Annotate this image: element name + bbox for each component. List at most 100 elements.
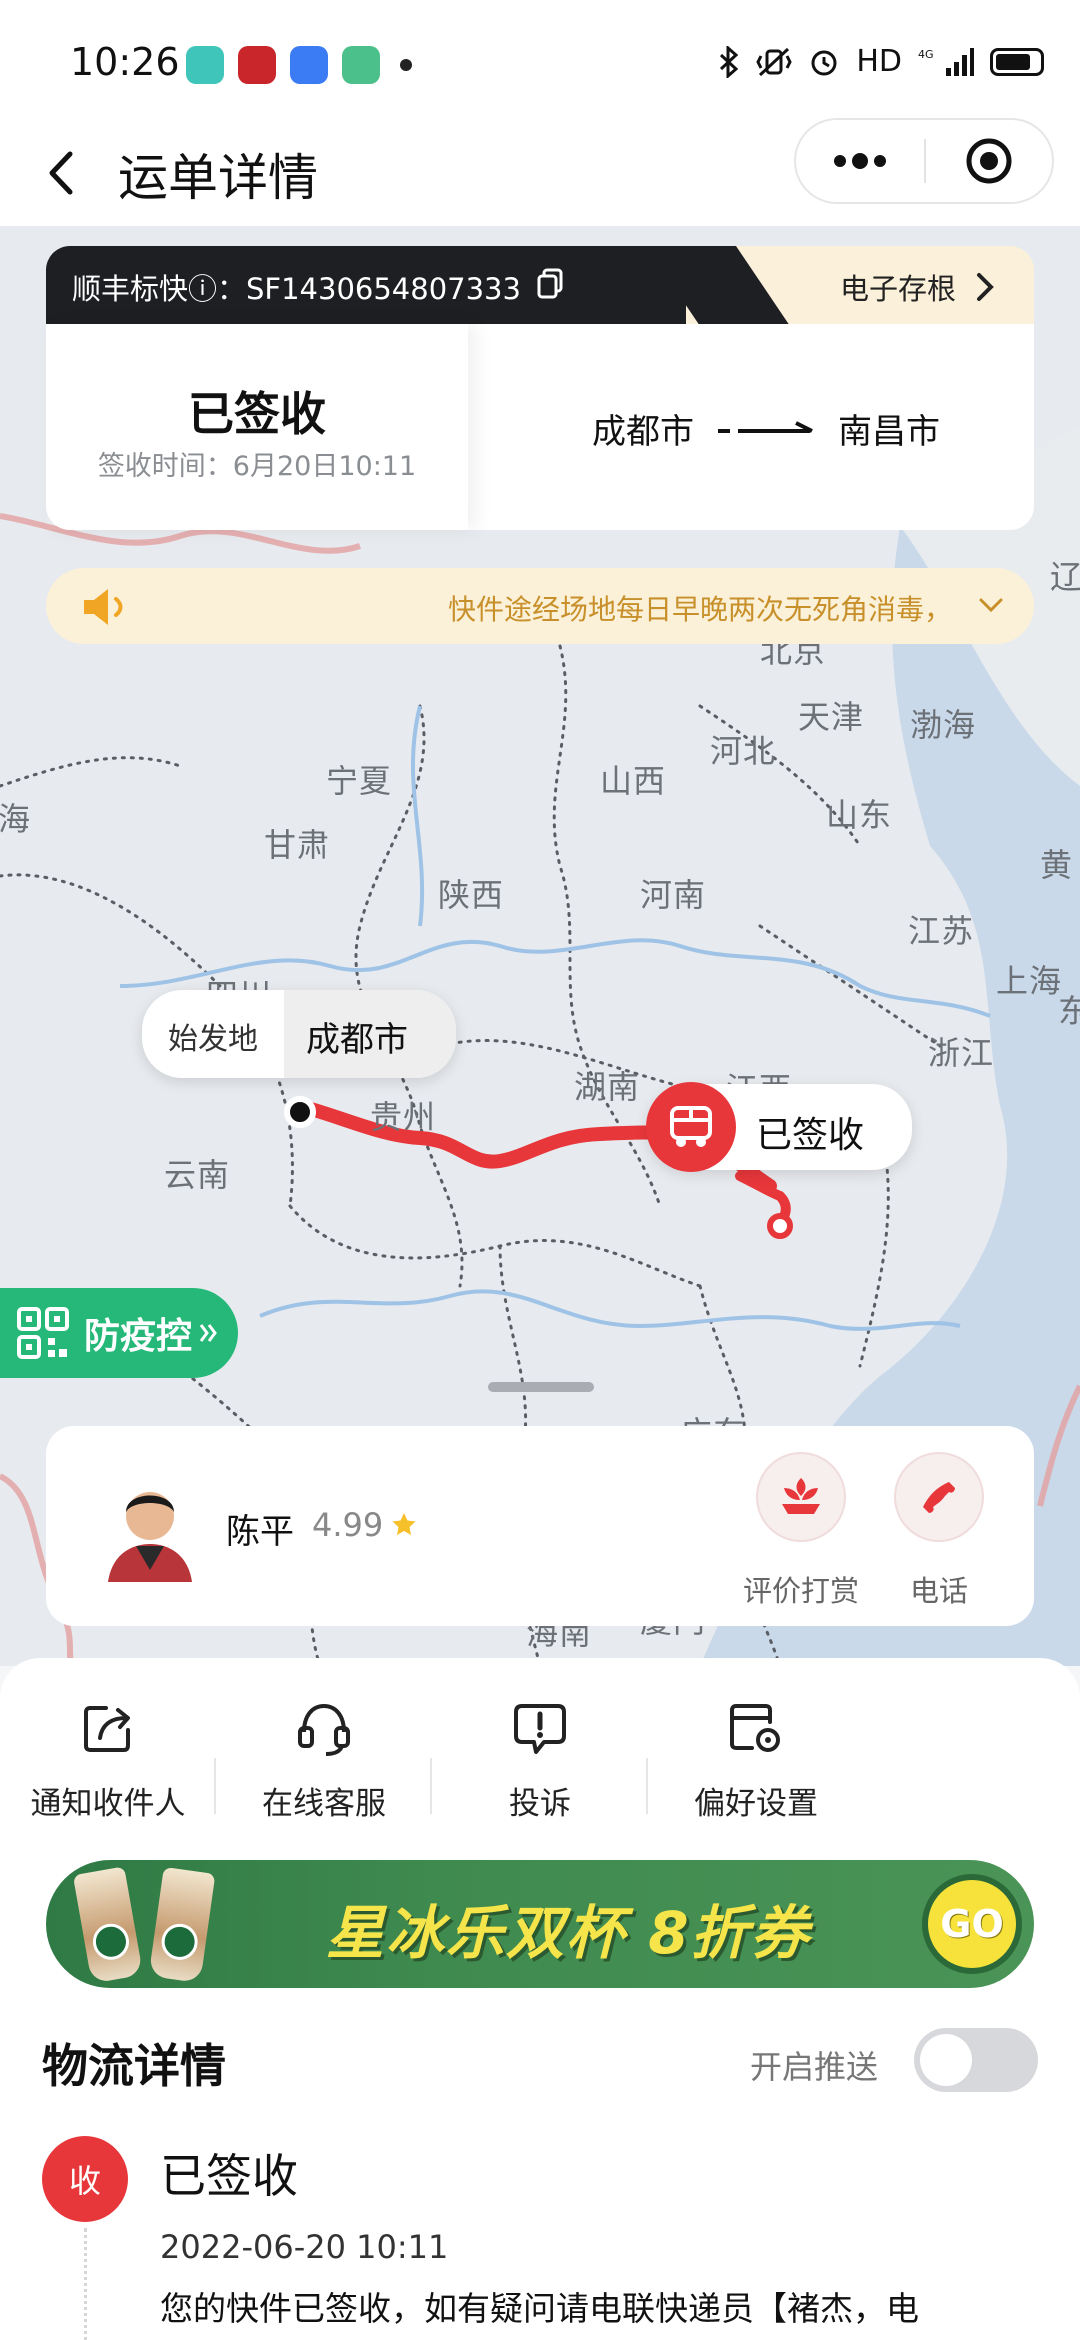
notify-recipient-label: 通知收件人 <box>30 1786 186 1822</box>
map-place-label: 云南 <box>164 1156 231 1194</box>
route-arrow-icon <box>718 420 813 433</box>
delivery-truck-icon <box>670 1106 712 1147</box>
event-title: 已签收 <box>160 2149 298 2203</box>
origin-tag-city-box: 成都市 <box>284 990 456 1078</box>
origin-tag-city: 成都市 <box>306 1020 408 1060</box>
status-time: 10:26 <box>70 40 180 84</box>
e-archive-link[interactable]: 电子存根 <box>840 266 994 308</box>
call-courier-button[interactable] <box>894 1452 984 1542</box>
event-description: 您的快件已签收，如有疑问请电联快递员【褚杰，电 <box>160 2289 919 2328</box>
copy-icon <box>537 268 563 299</box>
mini-program-capsule <box>794 118 1054 204</box>
chevron-right-icon <box>977 273 994 301</box>
reward-label: 评价打赏 <box>742 1574 859 1608</box>
qr-code-icon <box>17 1307 69 1359</box>
map-place-label: 辽 <box>1050 558 1080 596</box>
map-place-label: 贵州 <box>370 1098 437 1136</box>
chevron-down-icon <box>979 598 1003 613</box>
map-place-label: 黄 <box>1040 846 1074 884</box>
origin-tag-label: 始发地 <box>168 1022 258 1057</box>
map-place-label: 东 <box>1058 992 1080 1030</box>
promo-go-button[interactable]: GO <box>922 1874 1022 1974</box>
frappuccino-cup-image <box>72 1866 144 1984</box>
preference-card-icon <box>730 1704 780 1752</box>
courier-rating: 4.99 <box>312 1506 384 1544</box>
status-summary: 已签收 签收时间：6月20日10:11 <box>46 324 468 530</box>
chat-app-icon <box>290 46 328 84</box>
target-close-icon <box>966 138 1012 184</box>
map-place-label: 浙江 <box>928 1034 995 1072</box>
bottom-sheet: 通知收件人 在线客服 投诉 偏好设置 星冰乐双杯 8折券 GO 物流详情 开启推… <box>0 1658 1080 2340</box>
preference-settings-button[interactable]: 偏好设置 <box>648 1698 864 1838</box>
network-hd-label: HD <box>856 44 902 79</box>
event-badge: 收 <box>42 2136 128 2222</box>
reward-button[interactable] <box>756 1452 846 1542</box>
logistics-title: 物流详情 <box>42 2039 226 2093</box>
signed-time: 签收时间：6月20日10:11 <box>97 451 417 482</box>
courier-card: 陈平 4.99 评价打赏 电话 <box>46 1426 1034 1626</box>
svg-text:4G: 4G <box>918 48 934 61</box>
frappuccino-cup-image <box>148 1866 216 1984</box>
map-place-label: 山东 <box>826 796 893 834</box>
online-service-button[interactable]: 在线客服 <box>216 1698 432 1838</box>
destination-icon-badge <box>646 1082 736 1172</box>
map-place-label: 甘肃 <box>264 826 331 864</box>
complaint-bubble-icon <box>514 1704 566 1754</box>
origin-tag: 始发地 成都市 <box>142 990 456 1078</box>
chevron-left-icon <box>49 151 73 195</box>
courier-name: 陈平 <box>226 1512 294 1552</box>
more-button[interactable] <box>796 120 924 202</box>
map-place-label: 渤海 <box>910 706 977 744</box>
event-time: 2022-06-20 10:11 <box>160 2228 449 2266</box>
destination-status: 已签收 <box>756 1115 865 1156</box>
phone-icon <box>923 1482 955 1513</box>
page-title: 运单详情 <box>118 149 318 207</box>
nav-bar: 运单详情 <box>0 118 1080 228</box>
timeline-line <box>84 2228 87 2340</box>
map-place-label: 陕西 <box>438 876 505 914</box>
route-summary: 成都市 南昌市 <box>592 404 940 453</box>
call-label: 电话 <box>909 1574 968 1608</box>
destination-marker <box>767 1213 793 1239</box>
more-notifications-dot-icon <box>400 59 412 71</box>
map-place-label: 湖南 <box>574 1068 641 1106</box>
waybill-number: 顺丰标快ⓘ：SF1430654807333 <box>72 272 521 306</box>
notice-text: 快件途经场地每日早晚两次无死角消毒， <box>447 593 952 626</box>
status-bar: 10:26 HD 4G <box>0 0 1080 130</box>
complaint-label: 投诉 <box>509 1786 571 1822</box>
map-place-label: 山西 <box>600 762 667 800</box>
origin-marker <box>284 1096 316 1128</box>
notify-recipient-button[interactable]: 通知收件人 <box>0 1698 216 1838</box>
push-label: 开启推送 <box>750 2048 879 2086</box>
copy-waybill-button[interactable] <box>536 268 564 304</box>
alarm-icon <box>811 50 837 75</box>
notification-icons <box>186 46 412 84</box>
destination-city: 南昌市 <box>838 412 940 452</box>
sheet-drag-handle[interactable] <box>488 1382 594 1392</box>
promo-banner[interactable]: 星冰乐双杯 8折券 GO <box>46 1860 1034 1988</box>
preference-settings-label: 偏好设置 <box>694 1786 818 1822</box>
notice-bar[interactable]: 快件途经场地每日早晚两次无死角消毒， <box>46 568 1034 644</box>
headset-icon <box>298 1703 350 1756</box>
system-indicators: HD 4G <box>718 44 1044 79</box>
back-button[interactable] <box>36 136 96 206</box>
map-place-label: 上海 <box>996 962 1063 1000</box>
starbucks-logo-icon <box>90 1920 132 1963</box>
complaint-button[interactable]: 投诉 <box>432 1698 648 1838</box>
speaker-icon <box>84 589 123 625</box>
epidemic-control-button[interactable]: 防疫控 <box>0 1288 238 1378</box>
destination-tag: 已签收 <box>646 1082 912 1172</box>
map-place-label: 河南 <box>640 876 707 914</box>
map-place-label: 宁夏 <box>326 762 393 800</box>
more-dots-icon <box>834 153 886 169</box>
push-toggle[interactable] <box>914 2028 1038 2092</box>
signal-icon: 4G <box>918 47 974 76</box>
map-place-label: 江苏 <box>908 912 975 950</box>
bluetooth-icon <box>720 45 739 78</box>
map-place-label: 天津 <box>798 698 865 736</box>
map-place-label: 河北 <box>710 732 777 770</box>
promo-banner-text: 星冰乐双杯 8折券 <box>326 1899 811 1967</box>
close-mini-program-button[interactable] <box>926 120 1052 202</box>
share-notify-icon <box>84 1706 130 1752</box>
starbucks-logo-icon <box>159 1921 200 1963</box>
